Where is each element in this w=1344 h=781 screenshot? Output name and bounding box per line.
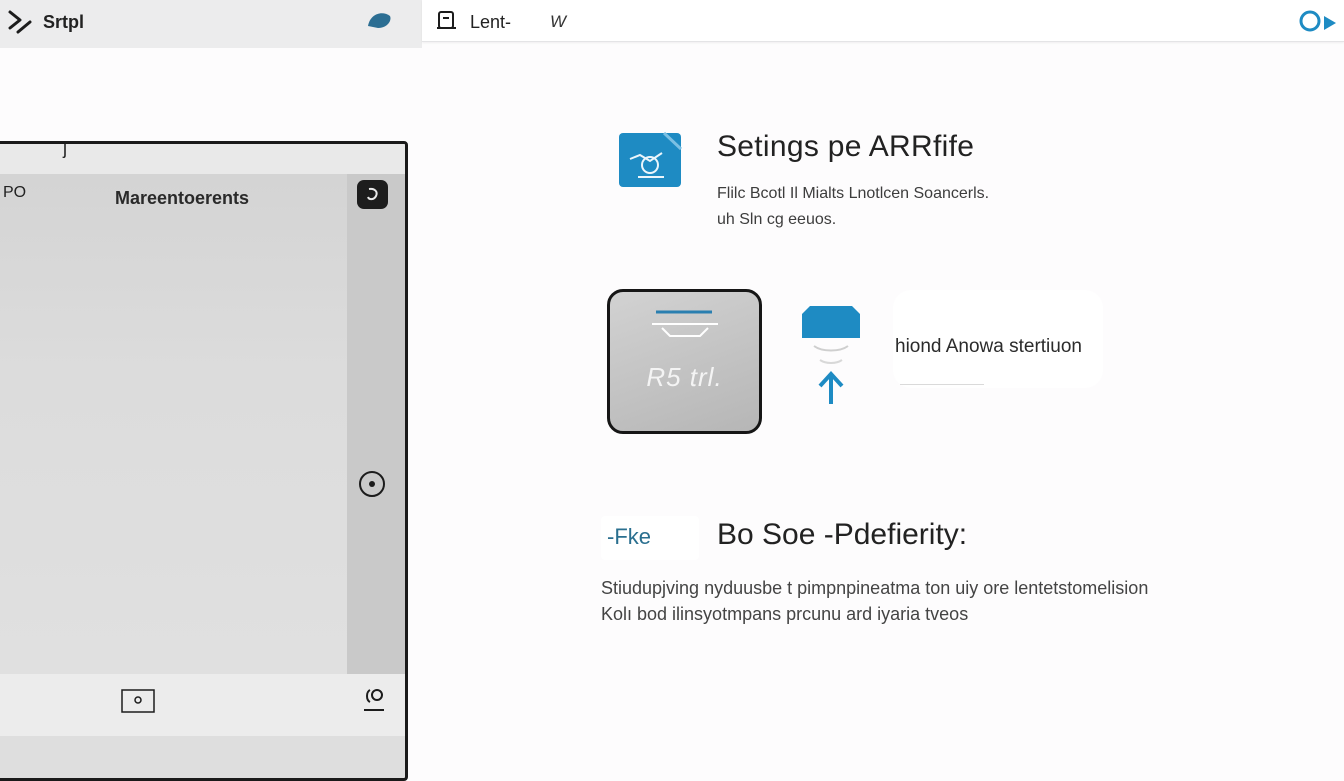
eye-icon[interactable] xyxy=(357,469,387,499)
app-title: Srtpl xyxy=(43,12,85,32)
card-lines-icon xyxy=(652,310,718,337)
feature-badge-label: -Fke xyxy=(607,524,651,549)
topbar-left: Srtpl xyxy=(0,0,422,48)
panel-strip-mark: j xyxy=(63,141,67,158)
preview-panel: j PO Mareentoerents xyxy=(0,141,408,781)
tab-extra[interactable]: W xyxy=(550,12,566,32)
panel-sidebar xyxy=(347,174,405,674)
panel-main-area[interactable] xyxy=(0,174,347,674)
user-icon[interactable] xyxy=(360,684,388,714)
panel-strip: j xyxy=(0,144,405,174)
refresh-icon xyxy=(367,187,378,201)
feature-badge[interactable]: -Fke xyxy=(601,516,699,560)
section-title: Bo Soe -Pdefierity: xyxy=(717,518,968,551)
panel-title: Mareentoerents xyxy=(115,188,250,208)
topbar-right: Lent- W xyxy=(422,0,1344,42)
divider xyxy=(900,384,984,385)
settings-icon[interactable] xyxy=(618,131,682,189)
panel-tag: PO xyxy=(3,184,27,201)
upload-icon[interactable] xyxy=(800,304,862,406)
chevron-icon[interactable] xyxy=(6,8,34,38)
section-description-line: Stiudupjving nyduusbe t pimpnpineatma to… xyxy=(601,578,1149,598)
leaf-icon[interactable] xyxy=(366,8,394,32)
file-card[interactable]: R5 trl. xyxy=(607,289,762,434)
tab-label[interactable]: Lent- xyxy=(470,12,511,33)
panel-action-button[interactable] xyxy=(357,180,388,209)
settings-description-line: uh Sln cg eeuos. xyxy=(717,211,837,228)
doc-icon[interactable] xyxy=(436,10,458,32)
settings-title: Setings pe ARRfife xyxy=(717,130,975,163)
card-label: R5 trl. xyxy=(646,362,723,392)
frame-icon[interactable] xyxy=(121,689,155,713)
section-description: Stiudupjving nyduusbe t pimpnpineatma to… xyxy=(601,575,1221,627)
settings-description: Flilc Bcotl Il Mialts Lnotlcen Soancerls… xyxy=(717,181,1077,233)
settings-description-line: Flilc Bcotl Il Mialts Lnotlcen Soancerls… xyxy=(717,185,990,202)
option-label[interactable]: hiond Anowa stertiuon xyxy=(895,336,1082,358)
section-description-line: Kolı bod ilinsyotmpans prcunu ard iyaria… xyxy=(601,604,969,624)
panel-bottom-bar xyxy=(0,674,405,736)
share-icon[interactable] xyxy=(1296,8,1340,36)
